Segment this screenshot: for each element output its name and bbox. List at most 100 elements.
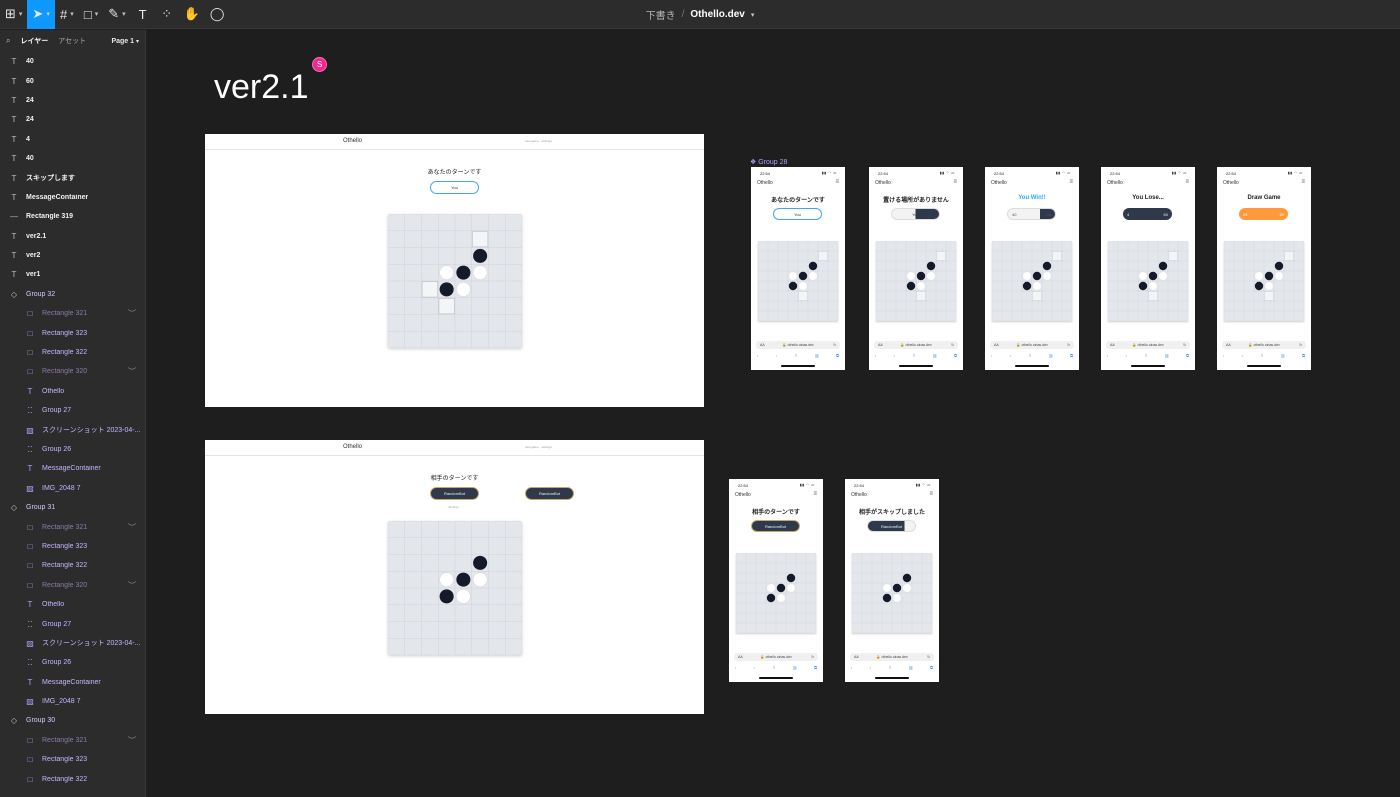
text-size-icon[interactable]: AA xyxy=(854,655,859,659)
share-icon[interactable]: ⇪ xyxy=(1260,353,1263,359)
hamburger-icon[interactable]: ≡ xyxy=(1301,179,1305,185)
tabs-icon[interactable]: ⧉ xyxy=(1070,353,1073,359)
layer-item[interactable]: Tver2.1 xyxy=(0,227,145,246)
browser-url-bar[interactable]: AA 🔒 othello.oinas.dev ↻ xyxy=(1222,341,1306,349)
status-pill[interactable]: RandomBot xyxy=(751,520,800,532)
text-size-icon[interactable]: AA xyxy=(994,343,999,347)
layer-item[interactable]: □ Rectangle 322 xyxy=(0,769,145,788)
othello-board[interactable] xyxy=(758,241,838,321)
othello-board[interactable] xyxy=(1224,241,1304,321)
hidden-eye-icon[interactable]: ︶ xyxy=(128,735,136,746)
layer-item[interactable]: □ Rectangle 320 ︶ xyxy=(0,362,145,381)
forward-icon[interactable]: › xyxy=(1242,353,1243,359)
layer-item[interactable]: T 40 xyxy=(0,149,145,168)
layer-item[interactable]: ▨ IMG_2048 7 xyxy=(0,692,145,711)
bookmarks-icon[interactable]: ▥ xyxy=(1281,353,1285,359)
share-icon[interactable]: ⇪ xyxy=(1144,353,1147,359)
breadcrumb-project[interactable]: 下書き xyxy=(646,7,676,22)
layer-item[interactable]: □ Rectangle 321 ︶ xyxy=(0,304,145,323)
chevron-down-icon[interactable]: ▾ xyxy=(751,11,755,19)
browser-url-bar[interactable]: AA 🔒 othello.oinas.dev ↻ xyxy=(756,341,840,349)
forward-icon[interactable]: › xyxy=(754,665,755,671)
back-icon[interactable]: ‹ xyxy=(875,353,876,359)
search-icon[interactable]: ⌕ xyxy=(6,36,10,46)
layer-item[interactable]: □ Rectangle 323 xyxy=(0,323,145,342)
othello-board[interactable] xyxy=(388,521,522,655)
back-icon[interactable]: ‹ xyxy=(735,665,736,671)
player-badge[interactable]: You xyxy=(430,181,479,194)
layer-item[interactable]: ▨ スクリーンショット 2023-04-... xyxy=(0,634,145,653)
share-icon[interactable]: ⇪ xyxy=(912,353,915,359)
browser-url-bar[interactable]: AA 🔒 othello.oinas.dev ↻ xyxy=(850,653,934,661)
desktop-frame-your-turn[interactable]: Othello new game · settings あなたのターンです Yo… xyxy=(205,134,704,407)
layer-item[interactable]: T 60 xyxy=(0,71,145,90)
hidden-eye-icon[interactable]: ︶ xyxy=(128,366,136,377)
tabs-icon[interactable]: ⧉ xyxy=(1186,353,1189,359)
layer-item[interactable]: T Othello xyxy=(0,595,145,614)
browser-url-bar[interactable]: AA 🔒 othello.oinas.dev ↻ xyxy=(990,341,1074,349)
bookmarks-icon[interactable]: ▥ xyxy=(815,353,819,359)
layer-item[interactable]: Tver1 xyxy=(0,265,145,284)
text-size-icon[interactable]: AA xyxy=(1110,343,1115,347)
frame-tool-button[interactable]: # ▾ xyxy=(55,0,79,29)
hamburger-icon[interactable]: ≡ xyxy=(813,491,817,497)
status-pill[interactable]: You xyxy=(891,208,940,220)
layer-item[interactable]: □ Rectangle 320 ︶ xyxy=(0,576,145,595)
bot-badge-alt[interactable]: RandomBot xyxy=(525,487,574,500)
browser-url-bar[interactable]: AA 🔒 othello.oinas.dev ↻ xyxy=(1106,341,1190,349)
text-size-icon[interactable]: AA xyxy=(760,343,765,347)
back-icon[interactable]: ‹ xyxy=(1223,353,1224,359)
hidden-eye-icon[interactable]: ︶ xyxy=(128,308,136,319)
tabs-icon[interactable]: ⧉ xyxy=(814,665,817,671)
reload-icon[interactable]: ↻ xyxy=(833,343,836,347)
hidden-eye-icon[interactable]: ︶ xyxy=(128,580,136,591)
share-icon[interactable]: ⇪ xyxy=(1028,353,1031,359)
reload-icon[interactable]: ↻ xyxy=(1067,343,1070,347)
tabs-icon[interactable]: ⧉ xyxy=(1302,353,1305,359)
layer-item[interactable]: ▨ スクリーンショット 2023-04-... xyxy=(0,420,145,439)
hand-tool-button[interactable]: ✋ xyxy=(179,0,205,29)
browser-url-bar[interactable]: AA 🔒 othello.oinas.dev ↻ xyxy=(734,653,818,661)
layer-item[interactable]: T 40 xyxy=(0,52,145,71)
mobile-frame[interactable]: 22:54 ▮▮ ◠ ▭ Othello ≡ あなたのターンです You AA … xyxy=(751,167,845,370)
layer-item[interactable]: □ Rectangle 322 xyxy=(0,556,145,575)
share-icon[interactable]: ⇪ xyxy=(772,665,775,671)
reload-icon[interactable]: ↻ xyxy=(1299,343,1302,347)
forward-icon[interactable]: › xyxy=(894,353,895,359)
forward-icon[interactable]: › xyxy=(776,353,777,359)
bookmarks-icon[interactable]: ▥ xyxy=(933,353,937,359)
layer-item[interactable]: □ Rectangle 321 ︶ xyxy=(0,731,145,750)
shape-tool-button[interactable]: □ ▾ xyxy=(79,0,103,29)
layer-item[interactable]: □ Rectangle 323 xyxy=(0,537,145,556)
canvas[interactable]: ver2.1 S Othello new game · settings あなた… xyxy=(146,30,1400,797)
hamburger-icon[interactable]: ≡ xyxy=(835,179,839,185)
reload-icon[interactable]: ↻ xyxy=(927,655,930,659)
layer-item[interactable]: T MessageContainer xyxy=(0,673,145,692)
layer-item[interactable]: □ Rectangle 322 xyxy=(0,343,145,362)
othello-board[interactable] xyxy=(736,553,816,633)
status-pill[interactable]: 40 24 xyxy=(1007,208,1056,220)
text-tool-button[interactable]: T xyxy=(131,0,155,29)
bookmarks-icon[interactable]: ▥ xyxy=(1049,353,1053,359)
reload-icon[interactable]: ↻ xyxy=(811,655,814,659)
bookmarks-icon[interactable]: ▥ xyxy=(793,665,797,671)
tabs-icon[interactable]: ⧉ xyxy=(930,665,933,671)
layer-item[interactable]: ▨ IMG_2048 7 xyxy=(0,479,145,498)
comment-tool-button[interactable]: ◯ xyxy=(205,0,230,29)
layer-item[interactable]: T MessageContainer xyxy=(0,188,145,207)
forward-icon[interactable]: › xyxy=(1010,353,1011,359)
mobile-frame[interactable]: 22:54 ▮▮ ◠ ▭ Othello ≡ You Lose... 4 60 A… xyxy=(1101,167,1195,370)
mobile-frame[interactable]: 22:54 ▮▮ ◠ ▭ Othello ≡ 相手がスキップしました Rando… xyxy=(845,479,939,682)
layer-item[interactable]: T Othello xyxy=(0,382,145,401)
version-title[interactable]: ver2.1 xyxy=(214,68,309,107)
hamburger-icon[interactable]: ≡ xyxy=(1069,179,1073,185)
layer-item[interactable]: T 24 xyxy=(0,110,145,129)
layer-item[interactable]: ◇ Group 31 xyxy=(0,498,145,517)
layer-item[interactable]: ◇ Group 32 xyxy=(0,285,145,304)
status-pill[interactable]: 4 60 xyxy=(1123,208,1172,220)
back-icon[interactable]: ‹ xyxy=(991,353,992,359)
othello-board[interactable] xyxy=(852,553,932,633)
hamburger-icon[interactable]: ≡ xyxy=(1185,179,1189,185)
othello-board[interactable] xyxy=(876,241,956,321)
mobile-frame[interactable]: 22:54 ▮▮ ◠ ▭ Othello ≡ 相手のターンです RandomBo… xyxy=(729,479,823,682)
